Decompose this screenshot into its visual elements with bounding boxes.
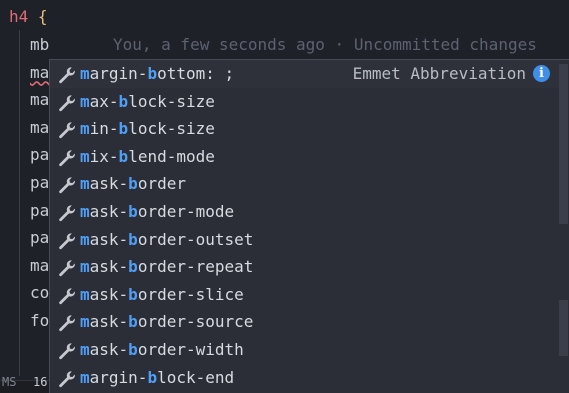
suggest-item[interactable]: mask-border-repeat xyxy=(50,253,560,281)
suggest-widget[interactable]: margin-bottom: ; Emmet Abbreviation i max-b… xyxy=(49,59,569,393)
wrench-icon xyxy=(58,120,76,139)
open-brace: { xyxy=(37,7,48,26)
scrollbar-thumb[interactable] xyxy=(559,64,568,224)
codelens-blame[interactable]: You, a few seconds ago · Uncommitted cha… xyxy=(113,35,537,54)
suggest-item[interactable]: mask-border-mode xyxy=(50,198,560,226)
code-line[interactable]: pa xyxy=(30,169,49,197)
code-editor[interactable]: h4 { mb ma ma ma pa pa pa pa ma co fo You, a few s… xyxy=(0,0,569,393)
selector-line: h4 { xyxy=(9,3,48,31)
suggest-item[interactable]: mask-border-outset xyxy=(50,226,560,254)
code-line[interactable]: ma xyxy=(30,114,49,142)
suggest-item[interactable]: mask-border-source xyxy=(50,308,560,336)
suggest-item-label: mask-border-source xyxy=(80,312,254,332)
suggest-detail: Emmet Abbreviation xyxy=(352,64,526,83)
wrench-icon xyxy=(58,313,76,332)
wrench-icon xyxy=(58,65,76,84)
code-line[interactable]: pa xyxy=(30,224,49,252)
selector-tag: h4 xyxy=(9,7,29,26)
suggest-item[interactable]: mask-border xyxy=(50,170,560,198)
indent-guide xyxy=(19,30,20,376)
wrench-icon xyxy=(58,369,76,387)
suggest-item[interactable]: mask-border-slice xyxy=(50,281,560,309)
suggest-item-label: margin-bottom: ; xyxy=(80,64,235,83)
suggest-item-label: min-block-size xyxy=(80,119,215,139)
suggest-item-label: margin-block-end xyxy=(80,367,235,387)
suggest-item-label: mask-border-mode xyxy=(80,202,235,221)
wrench-icon xyxy=(58,148,76,166)
code-line[interactable]: mb xyxy=(30,31,49,59)
wrench-icon xyxy=(58,203,76,222)
code-line[interactable]: pa xyxy=(30,197,49,225)
suggest-item[interactable]: max-block-size xyxy=(50,88,560,116)
info-icon[interactable]: i xyxy=(533,65,550,82)
code-line[interactable]: ma xyxy=(30,86,49,114)
code-line[interactable]: ma xyxy=(30,59,49,87)
suggest-item-label: mask-border-width xyxy=(80,340,244,359)
wrench-icon xyxy=(58,93,76,111)
wrench-icon xyxy=(58,231,76,249)
suggest-item[interactable]: min-block-size xyxy=(50,115,560,143)
wrench-icon xyxy=(58,341,76,360)
scrollbar-thumb-lower xyxy=(559,300,568,356)
wrench-icon xyxy=(58,258,76,277)
suggest-item-label: max-block-size xyxy=(80,91,215,111)
code-line[interactable]: co xyxy=(30,279,49,307)
wrench-icon xyxy=(58,175,76,194)
suggest-item[interactable]: margin-block-end xyxy=(50,364,560,392)
status-number: 16 xyxy=(33,375,48,389)
suggest-item-label: mix-blend-mode xyxy=(80,146,215,166)
suggest-item-label: mask-border-repeat xyxy=(80,257,254,277)
suggest-item-label: mask-border-slice xyxy=(80,284,244,304)
suggest-item[interactable]: margin-bottom: ; Emmet Abbreviation i xyxy=(50,60,560,88)
suggest-item-label: mask-border-outset xyxy=(80,229,254,249)
suggest-item[interactable]: mix-blend-mode xyxy=(50,143,560,171)
wrench-icon xyxy=(58,286,76,304)
code-line[interactable]: pa xyxy=(30,141,49,169)
suggest-scrollbar[interactable] xyxy=(559,60,569,393)
status-text: MS xyxy=(2,375,17,389)
code-line[interactable]: fo xyxy=(30,307,49,335)
suggest-item[interactable]: mask-border-width xyxy=(50,336,560,364)
code-line[interactable]: ma xyxy=(30,252,49,280)
suggest-item-label: mask-border xyxy=(80,174,186,194)
